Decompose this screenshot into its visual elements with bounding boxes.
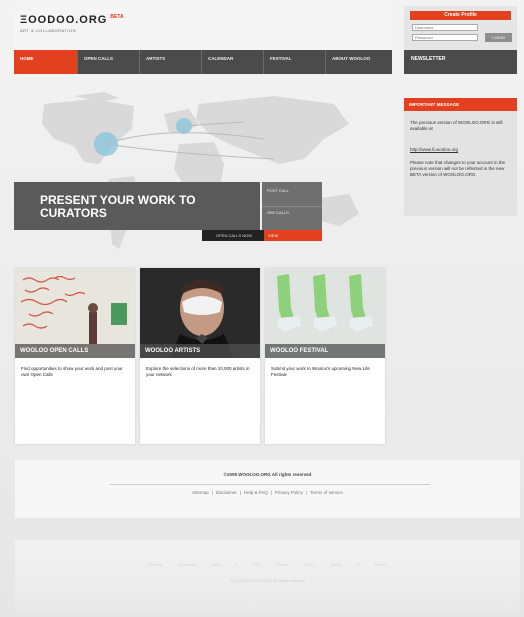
nav-item-open-calls[interactable]: OPEN CALLS [78,50,140,74]
hero-side-post-call[interactable]: POST CALL [267,188,289,193]
card-festival[interactable]: WOOLOO FESTIVAL Submit your work to Wool… [265,268,385,444]
reflection-copyright: ©2009 WOOLOO.ORG All rights reserved [230,578,305,583]
username-input[interactable] [412,24,478,31]
page-reflection: Sitemap Disclaimer Help & FAQ Privacy Po… [15,540,520,610]
hero-headline: PRESENT YOUR WORK TO CURATORS [40,193,196,220]
newsletter-button[interactable]: NEWSLETTER [404,50,517,74]
nav-item-calendar[interactable]: CALENDAR [202,50,264,74]
tagline: ART & COLLABORATION [20,28,76,33]
site-logo[interactable]: ΞOODOO.ORG BETA [20,14,124,26]
hero-side-see-calls[interactable]: SEE CALLS [267,210,289,215]
footer-copyright: ©2009 WOOLOO.ORG All rights reserved [223,472,312,477]
reflection-link: Help & FAQ [211,562,261,567]
main-nav: HOME OPEN CALLS ARTISTS CALENDAR FESTIVA… [14,50,392,74]
hero-bar-button[interactable]: VIEW [264,230,322,241]
old-site-link[interactable]: http://www.ß.wooloo.org [410,147,458,152]
footer-link-privacy[interactable]: Privacy Policy [275,490,303,495]
nav-item-festival[interactable]: FESTIVAL [264,50,326,74]
hero-banner[interactable]: PRESENT YOUR WORK TO CURATORS [14,182,260,230]
login-panel: Create Profile LOGIN [404,6,517,50]
card-artists-caption: WOOLOO ARTISTS [140,344,260,358]
card-festival-text: Submit your work to Wooloo's upcoming Ne… [271,366,370,377]
important-message-title: IMPORTANT MESSAGE [404,98,517,111]
reflection-link: Privacy Policy [275,562,315,567]
footer-links: Sitemap | Disclaimer | Help & FAQ | Privacy Po… [192,490,343,495]
hero-side-divider [262,206,322,207]
reflection-link: Disclaimer [177,562,197,567]
password-input[interactable] [412,34,478,41]
card-open-calls-caption: WOOLOO OPEN CALLS [15,344,135,358]
card-festival-caption: WOOLOO FESTIVAL [265,344,385,358]
card-artists-text: Explore the selections of more than 10,0… [146,366,250,377]
hero-bar-label: OPEN CALLS NOW [216,233,253,238]
reflection-link: Sitemap [148,562,163,567]
important-message-panel: IMPORTANT MESSAGE The previous version o… [404,98,517,216]
page: ΞOODOO.ORG BETA ART & COLLABORATION Creat… [0,0,524,617]
logo-text: ΞOODOO.ORG [20,14,108,26]
nav-item-artists[interactable]: ARTISTS [140,50,202,74]
header: ΞOODOO.ORG BETA ART & COLLABORATION [14,6,392,50]
beta-badge: BETA [110,14,124,20]
footer-divider [110,484,430,485]
footer-link-terms[interactable]: Terms of service [310,490,343,495]
login-button[interactable]: LOGIN [485,33,512,42]
footer-link-sitemap[interactable]: Sitemap [192,490,209,495]
nav-item-about[interactable]: ABOUT WOOLOO [326,50,392,74]
important-message-note: Please note that changes to your account… [410,160,506,177]
card-open-calls-text: Find opportunities to show your work and… [21,366,123,377]
reflection-link: Terms of service [329,562,387,567]
nav-item-home[interactable]: HOME [14,50,78,74]
card-open-calls[interactable]: WOOLOO OPEN CALLS Find opportunities to … [15,268,135,444]
hero-side-menu: POST CALL SEE CALLS [262,182,322,230]
hero-action-bar: OPEN CALLS NOW VIEW [202,230,322,241]
important-message-text: The previous version of WOOLOO.ORG is st… [410,120,503,131]
footer-link-disclaimer[interactable]: Disclaimer [216,490,237,495]
footer: ©2009 WOOLOO.ORG All rights reserved Sit… [15,460,520,518]
reflection-links: Sitemap Disclaimer Help & FAQ Privacy Po… [15,562,520,567]
footer-link-help[interactable]: Help & FAQ [244,490,268,495]
card-artists[interactable]: WOOLOO ARTISTS Explore the selections of… [140,268,260,444]
create-profile-button[interactable]: Create Profile [410,11,511,20]
